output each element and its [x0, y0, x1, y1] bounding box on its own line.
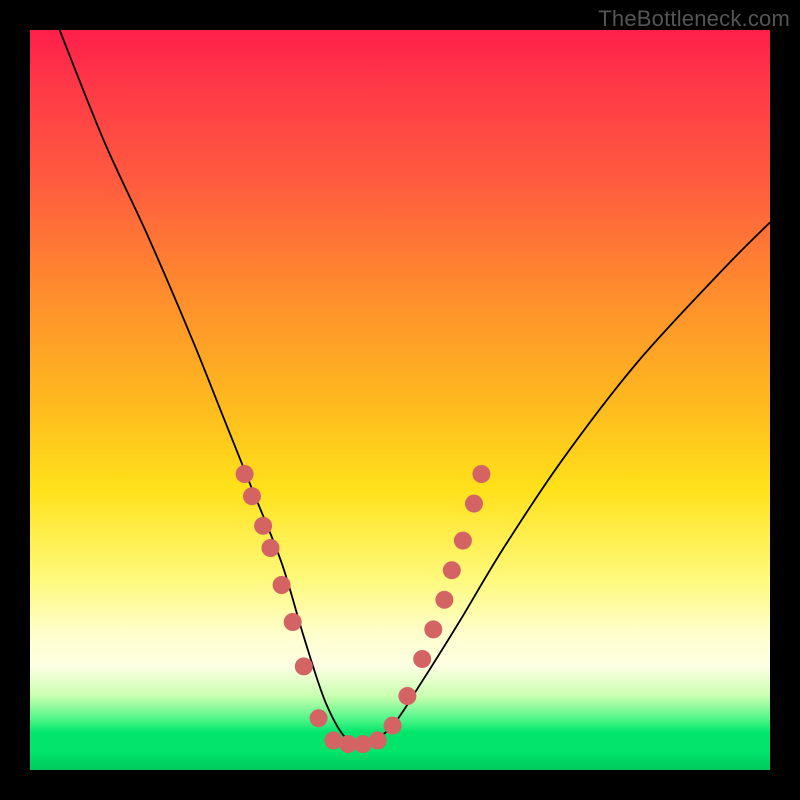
marker-dot [369, 731, 387, 749]
marker-dot [310, 709, 328, 727]
curve-layer [30, 30, 770, 770]
bottleneck-curve-path [60, 30, 770, 744]
plot-area [30, 30, 770, 770]
marker-dot [424, 620, 442, 638]
marker-dot [465, 495, 483, 513]
marker-dot [413, 650, 431, 668]
marker-dot [295, 657, 313, 675]
watermark-text: TheBottleneck.com [598, 6, 790, 32]
marker-dots-group [236, 465, 491, 753]
marker-dot [243, 487, 261, 505]
marker-dot [262, 539, 280, 557]
marker-dot [398, 687, 416, 705]
marker-dot [284, 613, 302, 631]
marker-dot [254, 517, 272, 535]
marker-dot [472, 465, 490, 483]
marker-dot [384, 717, 402, 735]
marker-dot [435, 591, 453, 609]
marker-dot [443, 561, 461, 579]
marker-dot [454, 532, 472, 550]
marker-dot [273, 576, 291, 594]
marker-dot [236, 465, 254, 483]
chart-frame: TheBottleneck.com [0, 0, 800, 800]
